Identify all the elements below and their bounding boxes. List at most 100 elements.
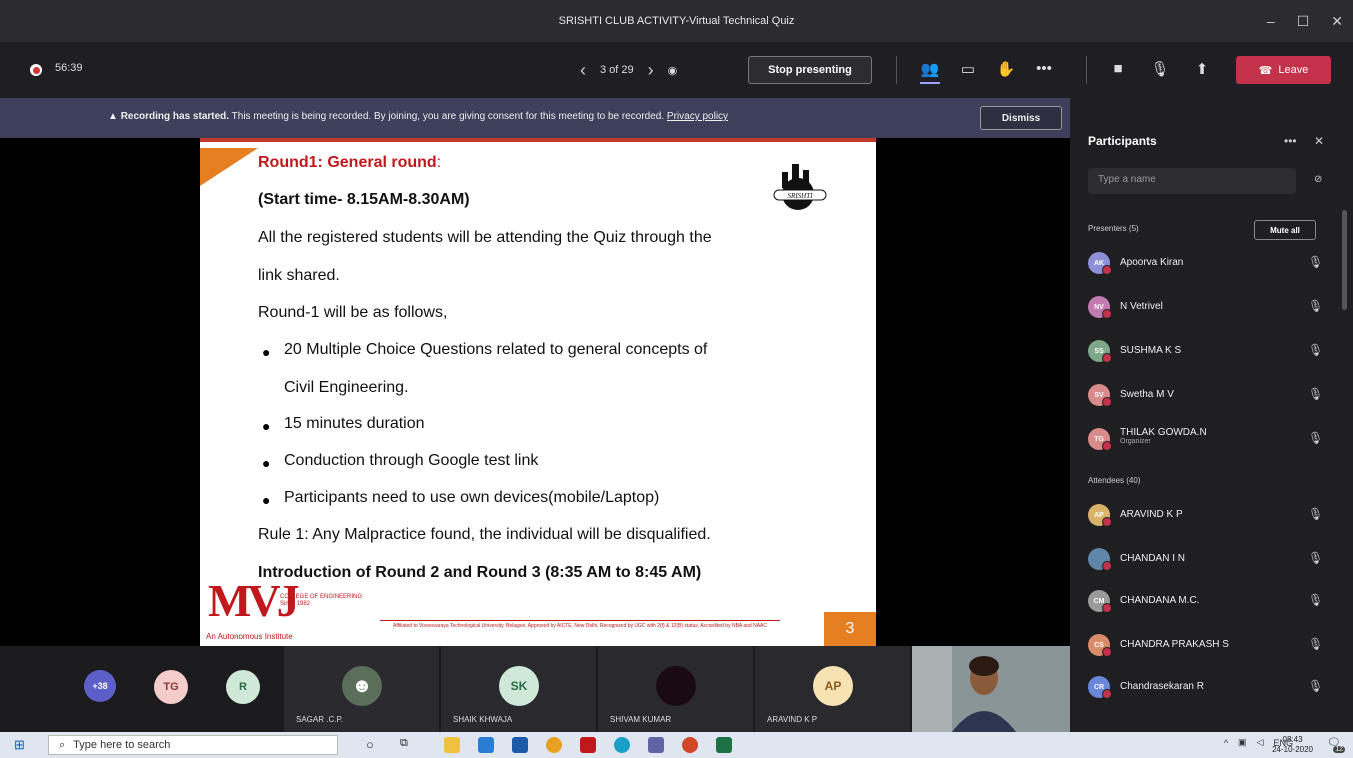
- recording-icon: [30, 64, 42, 76]
- self-video-view[interactable]: [912, 646, 1070, 732]
- participants-icon[interactable]: 👥: [920, 60, 940, 84]
- volume-icon[interactable]: ◁: [1257, 737, 1264, 748]
- mute-all-button[interactable]: Mute all: [1254, 220, 1316, 240]
- clock-date: 24-10-2020: [1272, 745, 1313, 754]
- participant-row[interactable]: SS SUSHMA K S 🎙: [1088, 338, 1328, 368]
- avatar[interactable]: TG: [154, 670, 188, 704]
- participant-name: CHANDANA M.C.: [1120, 595, 1200, 606]
- share-screen-icon[interactable]: ⬆: [1192, 60, 1212, 78]
- participant-row[interactable]: NV N Vetrivel 🎙: [1088, 294, 1328, 324]
- raise-hand-icon[interactable]: ✋: [996, 60, 1016, 78]
- mic-off-icon[interactable]: 🎙: [1308, 507, 1323, 521]
- stop-presenting-button[interactable]: Stop presenting: [748, 56, 872, 84]
- page-indicator: 3 of 29: [600, 64, 634, 76]
- privacy-policy-link[interactable]: Privacy policy: [667, 111, 728, 122]
- video-tile[interactable]: SHIVAM KUMAR: [598, 646, 753, 732]
- store-icon[interactable]: [512, 737, 528, 753]
- mic-off-icon[interactable]: 🎙: [1150, 60, 1170, 78]
- panel-scrollbar[interactable]: [1342, 210, 1347, 310]
- camera-icon[interactable]: ■: [1108, 60, 1128, 77]
- college-sub: COLLEGE OF ENGINEERING Since 1982: [280, 594, 363, 607]
- bullet-dot: ●: [262, 344, 271, 360]
- overflow-participants[interactable]: +38: [84, 670, 116, 702]
- participant-row[interactable]: CS CHANDRA PRAKASH S 🎙: [1088, 632, 1328, 662]
- mic-off-icon[interactable]: 🎙: [1308, 551, 1323, 565]
- edge-icon[interactable]: [614, 737, 630, 753]
- share-invite-icon[interactable]: ⊘: [1314, 174, 1322, 185]
- video-tile[interactable]: SK SHAIK KHWAJA: [441, 646, 596, 732]
- attendees-label[interactable]: Attendees (40): [1088, 476, 1140, 485]
- window-titlebar: SRISHTI CLUB ACTIVITY-Virtual Technical …: [0, 0, 1353, 42]
- more-options-icon[interactable]: •••: [1284, 134, 1297, 148]
- cortana-icon[interactable]: ○: [366, 737, 374, 752]
- taskbar-clock[interactable]: 08:43 24-10-2020: [1272, 735, 1313, 755]
- chevron-up-icon[interactable]: ^: [1224, 738, 1228, 748]
- window-title: SRISHTI CLUB ACTIVITY-Virtual Technical …: [558, 15, 795, 27]
- slide-corner-decoration: [200, 148, 258, 186]
- participant-row[interactable]: AK Apoorva Kiran 🎙: [1088, 250, 1328, 280]
- powerpoint-icon[interactable]: [682, 737, 698, 753]
- presenters-label[interactable]: Presenters (5): [1088, 224, 1139, 233]
- task-view-icon[interactable]: ⧉: [400, 737, 408, 750]
- srishti-logo: SRISHTI: [773, 164, 827, 210]
- slide-start-time: (Start time- 8.15AM-8.30AM): [258, 191, 470, 208]
- mail-icon[interactable]: [478, 737, 494, 753]
- close-panel-icon[interactable]: ✕: [1314, 134, 1324, 148]
- teams-icon[interactable]: [648, 737, 664, 753]
- participant-row[interactable]: CM CHANDANA M.C. 🎙: [1088, 588, 1328, 618]
- search-icon: ⌕: [59, 738, 66, 751]
- slide-bullet-1-cont: Civil Engineering.: [284, 379, 409, 396]
- prev-slide-icon[interactable]: ‹: [580, 60, 586, 81]
- more-actions-icon[interactable]: •••: [1034, 60, 1054, 77]
- participant-row[interactable]: TG THILAK GOWDA.N Organizer 🎙: [1088, 424, 1328, 454]
- phone-icon: ☎: [1258, 64, 1273, 77]
- video-tile[interactable]: AP ARAVIND K P: [755, 646, 910, 732]
- file-explorer-icon[interactable]: [444, 737, 460, 753]
- chrome-icon[interactable]: [546, 737, 562, 753]
- participant-name: Apoorva Kiran: [1120, 257, 1184, 268]
- participant-name: N Vetrivel: [1120, 301, 1163, 312]
- close-icon[interactable]: ✕: [1331, 13, 1343, 30]
- windows-start-icon[interactable]: ⊞: [14, 737, 25, 753]
- person-icon: ☻: [351, 674, 373, 697]
- network-icon[interactable]: ▣: [1238, 737, 1247, 748]
- avatar[interactable]: R: [226, 670, 260, 704]
- avatar: [1088, 548, 1112, 571]
- dismiss-button[interactable]: Dismiss: [980, 106, 1062, 130]
- shared-slide: Round1: General round: (Start time- 8.15…: [200, 138, 876, 646]
- minimize-icon[interactable]: –: [1267, 13, 1275, 29]
- video-gallery: +38 TG R ☻ SAGAR .C.P. SK SHAIK KHWAJA S…: [0, 646, 1070, 732]
- mcafee-icon[interactable]: [580, 737, 596, 753]
- participant-row[interactable]: SV Swetha M V 🎙: [1088, 382, 1328, 412]
- mic-off-icon[interactable]: 🎙: [1308, 431, 1323, 445]
- taskbar-search-input[interactable]: ⌕ Type here to search: [48, 735, 338, 755]
- mic-off-icon[interactable]: 🎙: [1308, 299, 1323, 313]
- leave-button[interactable]: ☎ Leave: [1236, 56, 1331, 84]
- maximize-icon[interactable]: ☐: [1297, 13, 1310, 30]
- next-slide-icon[interactable]: ›: [648, 60, 654, 81]
- video-tile[interactable]: ☻ SAGAR .C.P.: [284, 646, 439, 732]
- avatar: AP: [813, 666, 853, 706]
- tile-name: SHAIK KHWAJA: [453, 715, 513, 724]
- mic-off-icon[interactable]: 🎙: [1308, 255, 1323, 269]
- participant-row[interactable]: CHANDAN I N 🎙: [1088, 546, 1328, 576]
- avatar: SV: [1088, 384, 1112, 407]
- mic-off-icon[interactable]: 🎙: [1308, 637, 1323, 651]
- avatar: SS: [1088, 340, 1112, 363]
- chat-icon[interactable]: ▭: [958, 60, 978, 78]
- eye-icon[interactable]: ◉: [668, 64, 678, 77]
- participant-row[interactable]: AP ARAVIND K P 🎙: [1088, 502, 1328, 532]
- participant-search-input[interactable]: Type a name: [1088, 168, 1296, 194]
- mic-off-icon[interactable]: 🎙: [1308, 387, 1323, 401]
- participant-row[interactable]: CR Chandrasekaran R 🎙: [1088, 674, 1328, 704]
- toolbar-divider: [896, 56, 897, 84]
- excel-icon[interactable]: [716, 737, 732, 753]
- warning-icon: ▲: [108, 111, 121, 122]
- presentation-stage: Round1: General round: (Start time- 8.15…: [0, 138, 1070, 646]
- toolbar-divider: [1086, 56, 1087, 84]
- mic-off-icon[interactable]: 🎙: [1308, 343, 1323, 357]
- meeting-toolbar: 56:39 ‹ 3 of 29 › ◉ Stop presenting 👥 ▭ …: [0, 42, 1353, 98]
- bullet-dot: ●: [262, 455, 271, 471]
- mic-off-icon[interactable]: 🎙: [1308, 679, 1323, 693]
- mic-off-icon[interactable]: 🎙: [1308, 593, 1323, 607]
